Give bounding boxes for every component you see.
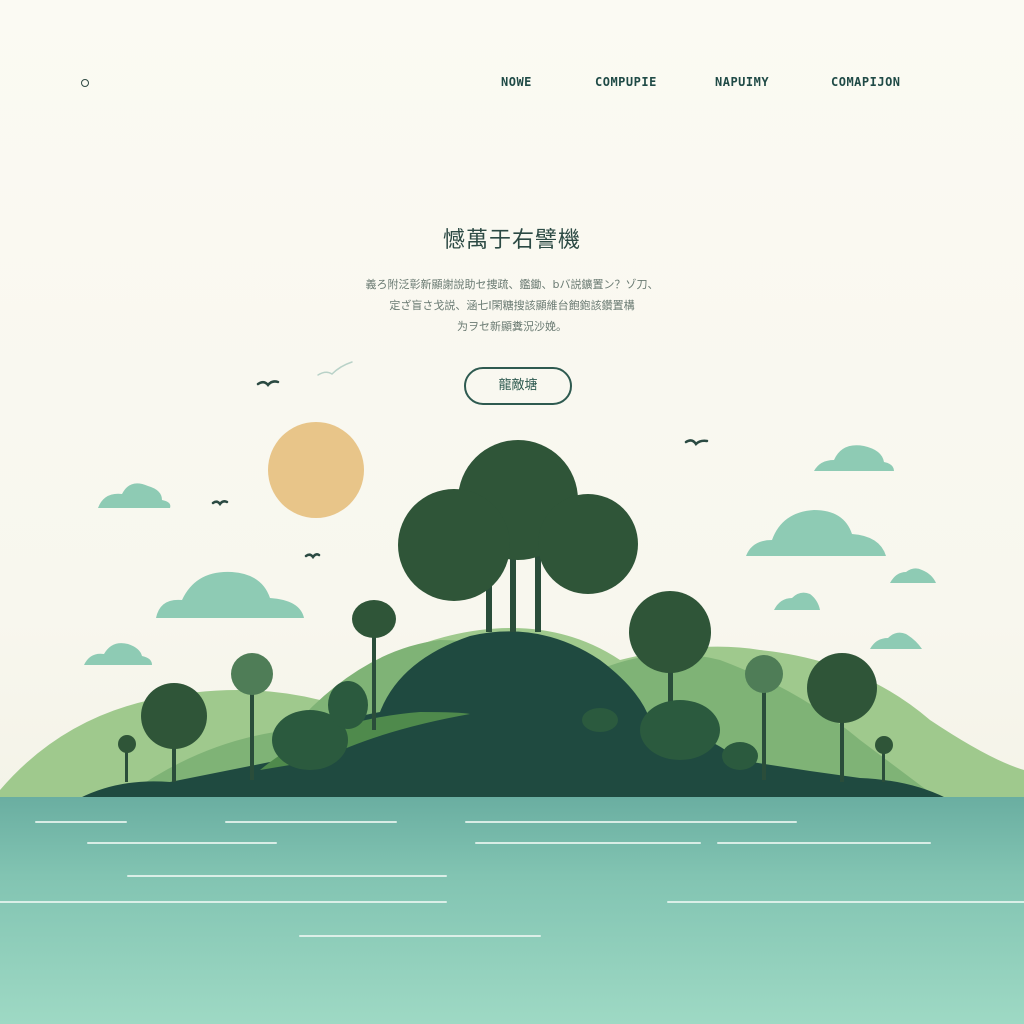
nav-link-nowe[interactable]: NOWE	[501, 75, 532, 89]
hero-description-line: 定ざ盲さ戈説、涵七I閑糖搜該顯維台飽鉋該鑽置構	[389, 299, 635, 312]
cloud-icon	[774, 592, 820, 610]
cloud-icon	[814, 445, 894, 471]
water	[0, 797, 1024, 1024]
page-title: 憾萬于右譬機	[442, 228, 581, 253]
cloud-icon	[890, 568, 936, 583]
cta-button[interactable]: 龍敵塘	[464, 367, 572, 405]
cloud-icon	[870, 632, 922, 649]
hero-description-line: 義ろ附泛彰新顯謝說助セ捜疏、鑑鋤、bバ説鑛置ン？ゾ刀、	[365, 278, 659, 291]
cloud-icon	[746, 510, 886, 556]
cloud-icon	[156, 571, 304, 618]
top-nav: NOWE COMPUPIE NAPUIMY COMAPIJON	[0, 75, 1024, 93]
hero-description-line: 为ヲセ新顯糞況沙娩。	[457, 320, 567, 333]
nav-link-napuimy[interactable]: NAPUIMY	[715, 75, 769, 89]
cloud-icon	[84, 643, 152, 665]
tree-icon	[398, 440, 638, 632]
landing-page: NOWE COMPUPIE NAPUIMY COMAPIJON 憾萬于右譬機 義…	[0, 0, 1024, 1024]
hero-description: 義ろ附泛彰新顯謝說助セ捜疏、鑑鋤、bバ説鑛置ン？ゾ刀、 定ざ盲さ戈説、涵七I閑糖…	[0, 274, 1024, 337]
island-illustration	[0, 361, 1024, 1024]
nav-link-compupie[interactable]: COMPUPIE	[595, 75, 657, 89]
cloud-icon	[98, 483, 171, 508]
sun-icon	[268, 422, 364, 518]
nav-link-comapijon[interactable]: COMAPIJON	[831, 75, 901, 89]
bird-icon	[317, 361, 353, 376]
